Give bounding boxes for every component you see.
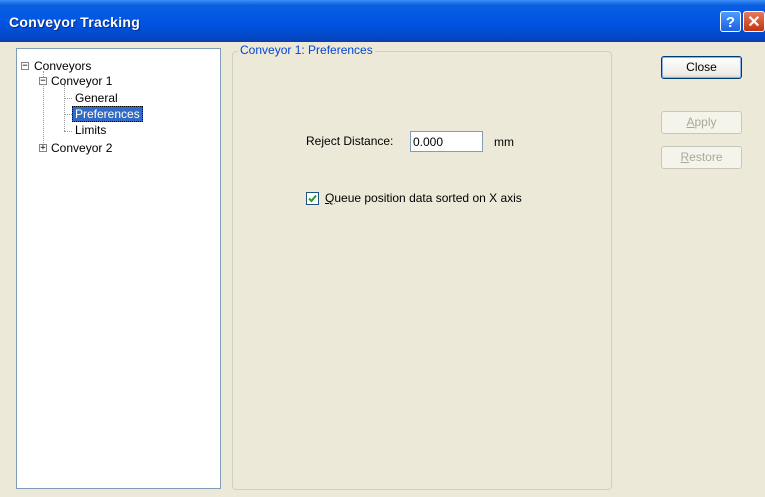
queue-sort-checkbox[interactable]	[306, 192, 319, 205]
reject-distance-label: Reject Distance:	[306, 134, 393, 148]
dialog-body: − Conveyors − Conveyor 1 General Prefere…	[0, 42, 765, 497]
tree-connector	[64, 114, 72, 115]
help-button[interactable]: ?	[720, 11, 741, 32]
tree-item-label[interactable]: Limits	[75, 123, 106, 137]
tree-item-label[interactable]: Conveyors	[34, 59, 91, 73]
label-part: ect Distance:	[324, 134, 394, 148]
tree-item-label[interactable]: General	[75, 91, 118, 105]
reject-distance-input[interactable]	[410, 131, 483, 152]
expand-icon[interactable]: +	[39, 144, 47, 153]
title-bar: Conveyor Tracking ? ✕	[0, 0, 765, 42]
button-accelerator: A	[686, 115, 695, 129]
tree-connector	[64, 85, 65, 131]
unit-label: mm	[494, 135, 514, 149]
window-close-button[interactable]: ✕	[743, 11, 765, 32]
restore-button[interactable]: Restore	[661, 146, 742, 169]
preferences-groupbox	[232, 51, 612, 490]
collapse-icon[interactable]: −	[39, 77, 47, 86]
tree-item-label-selected[interactable]: Preferences	[72, 106, 143, 122]
tree-connector	[64, 98, 72, 99]
apply-button[interactable]: Apply	[661, 111, 742, 134]
label-part: ueue position data sorted on X axis	[334, 191, 522, 205]
button-accelerator: R	[680, 150, 690, 164]
window-title: Conveyor Tracking	[9, 14, 141, 30]
queue-sort-label[interactable]: Queue position data sorted on X axis	[325, 191, 522, 205]
tree-item-label[interactable]: Conveyor 2	[51, 141, 112, 155]
button-label-part: pply	[694, 115, 717, 129]
label-accelerator: Q	[325, 191, 335, 205]
button-label-part: estore	[689, 150, 723, 164]
label-part: Re	[306, 134, 322, 148]
close-button[interactable]: Close	[661, 56, 742, 79]
tree-item-label[interactable]: Conveyor 1	[51, 74, 112, 88]
groupbox-title: Conveyor 1: Preferences	[238, 43, 375, 57]
collapse-icon[interactable]: −	[21, 62, 29, 71]
checkmark-icon	[308, 194, 317, 203]
conveyor-tree[interactable]: − Conveyors − Conveyor 1 General Prefere…	[16, 48, 221, 489]
tree-connector	[64, 131, 72, 132]
